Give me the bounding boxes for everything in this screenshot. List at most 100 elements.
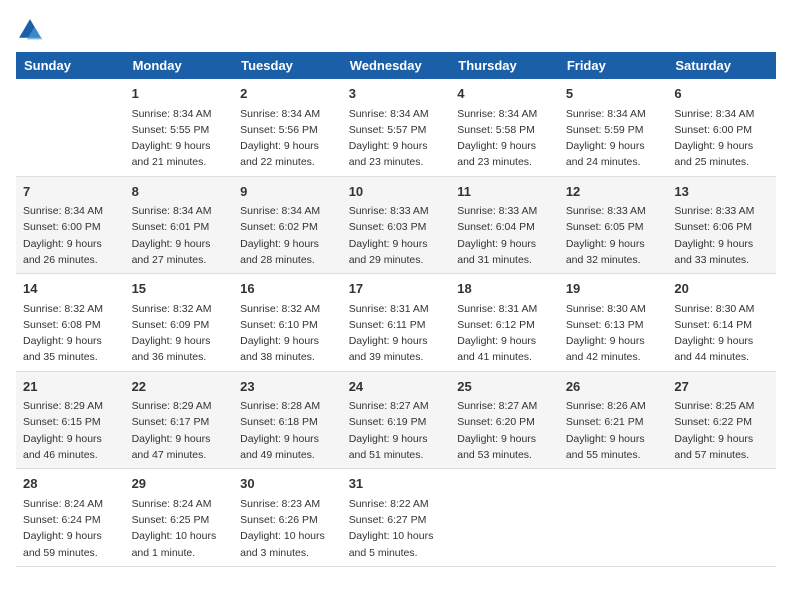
day-number: 19 [566, 279, 661, 299]
calendar-cell: 29Sunrise: 8:24 AMSunset: 6:25 PMDayligh… [125, 469, 234, 567]
day-number: 27 [674, 377, 769, 397]
day-number: 3 [349, 84, 444, 104]
day-detail: Sunrise: 8:33 AMSunset: 6:04 PMDaylight:… [457, 203, 552, 268]
calendar-cell [16, 79, 125, 176]
day-number: 29 [132, 474, 227, 494]
day-number: 9 [240, 182, 335, 202]
calendar-cell: 15Sunrise: 8:32 AMSunset: 6:09 PMDayligh… [125, 274, 234, 372]
header-thursday: Thursday [450, 52, 559, 79]
header-friday: Friday [559, 52, 668, 79]
day-number: 15 [132, 279, 227, 299]
day-detail: Sunrise: 8:34 AMSunset: 5:58 PMDaylight:… [457, 106, 552, 171]
day-detail: Sunrise: 8:32 AMSunset: 6:10 PMDaylight:… [240, 301, 335, 366]
day-number: 31 [349, 474, 444, 494]
day-number: 4 [457, 84, 552, 104]
day-number: 25 [457, 377, 552, 397]
day-number: 7 [23, 182, 118, 202]
calendar-cell [450, 469, 559, 567]
day-detail: Sunrise: 8:32 AMSunset: 6:08 PMDaylight:… [23, 301, 118, 366]
header-sunday: Sunday [16, 52, 125, 79]
calendar-cell: 10Sunrise: 8:33 AMSunset: 6:03 PMDayligh… [342, 176, 451, 274]
day-detail: Sunrise: 8:34 AMSunset: 6:00 PMDaylight:… [674, 106, 769, 171]
day-detail: Sunrise: 8:30 AMSunset: 6:13 PMDaylight:… [566, 301, 661, 366]
calendar-cell: 25Sunrise: 8:27 AMSunset: 6:20 PMDayligh… [450, 371, 559, 469]
calendar-cell: 16Sunrise: 8:32 AMSunset: 6:10 PMDayligh… [233, 274, 342, 372]
calendar-cell: 6Sunrise: 8:34 AMSunset: 6:00 PMDaylight… [667, 79, 776, 176]
calendar-cell: 27Sunrise: 8:25 AMSunset: 6:22 PMDayligh… [667, 371, 776, 469]
day-number: 5 [566, 84, 661, 104]
calendar-cell: 17Sunrise: 8:31 AMSunset: 6:11 PMDayligh… [342, 274, 451, 372]
logo-icon [16, 16, 44, 44]
calendar-cell [667, 469, 776, 567]
day-detail: Sunrise: 8:34 AMSunset: 5:57 PMDaylight:… [349, 106, 444, 171]
calendar-cell: 3Sunrise: 8:34 AMSunset: 5:57 PMDaylight… [342, 79, 451, 176]
calendar-cell: 12Sunrise: 8:33 AMSunset: 6:05 PMDayligh… [559, 176, 668, 274]
day-number: 12 [566, 182, 661, 202]
day-detail: Sunrise: 8:22 AMSunset: 6:27 PMDaylight:… [349, 496, 444, 561]
day-detail: Sunrise: 8:34 AMSunset: 5:56 PMDaylight:… [240, 106, 335, 171]
calendar-cell: 30Sunrise: 8:23 AMSunset: 6:26 PMDayligh… [233, 469, 342, 567]
week-row-5: 28Sunrise: 8:24 AMSunset: 6:24 PMDayligh… [16, 469, 776, 567]
calendar-cell: 14Sunrise: 8:32 AMSunset: 6:08 PMDayligh… [16, 274, 125, 372]
day-detail: Sunrise: 8:34 AMSunset: 6:00 PMDaylight:… [23, 203, 118, 268]
calendar-cell: 26Sunrise: 8:26 AMSunset: 6:21 PMDayligh… [559, 371, 668, 469]
calendar-cell: 2Sunrise: 8:34 AMSunset: 5:56 PMDaylight… [233, 79, 342, 176]
calendar-table: SundayMondayTuesdayWednesdayThursdayFrid… [16, 52, 776, 567]
page-header [16, 16, 776, 44]
day-number: 17 [349, 279, 444, 299]
day-detail: Sunrise: 8:33 AMSunset: 6:06 PMDaylight:… [674, 203, 769, 268]
calendar-header-row: SundayMondayTuesdayWednesdayThursdayFrid… [16, 52, 776, 79]
week-row-3: 14Sunrise: 8:32 AMSunset: 6:08 PMDayligh… [16, 274, 776, 372]
day-detail: Sunrise: 8:30 AMSunset: 6:14 PMDaylight:… [674, 301, 769, 366]
calendar-cell: 4Sunrise: 8:34 AMSunset: 5:58 PMDaylight… [450, 79, 559, 176]
day-number: 13 [674, 182, 769, 202]
day-detail: Sunrise: 8:34 AMSunset: 5:55 PMDaylight:… [132, 106, 227, 171]
calendar-cell: 9Sunrise: 8:34 AMSunset: 6:02 PMDaylight… [233, 176, 342, 274]
day-detail: Sunrise: 8:26 AMSunset: 6:21 PMDaylight:… [566, 398, 661, 463]
calendar-cell: 24Sunrise: 8:27 AMSunset: 6:19 PMDayligh… [342, 371, 451, 469]
day-detail: Sunrise: 8:34 AMSunset: 5:59 PMDaylight:… [566, 106, 661, 171]
header-monday: Monday [125, 52, 234, 79]
calendar-cell: 22Sunrise: 8:29 AMSunset: 6:17 PMDayligh… [125, 371, 234, 469]
day-detail: Sunrise: 8:25 AMSunset: 6:22 PMDaylight:… [674, 398, 769, 463]
day-detail: Sunrise: 8:32 AMSunset: 6:09 PMDaylight:… [132, 301, 227, 366]
calendar-cell: 13Sunrise: 8:33 AMSunset: 6:06 PMDayligh… [667, 176, 776, 274]
calendar-cell: 1Sunrise: 8:34 AMSunset: 5:55 PMDaylight… [125, 79, 234, 176]
day-detail: Sunrise: 8:31 AMSunset: 6:12 PMDaylight:… [457, 301, 552, 366]
week-row-1: 1Sunrise: 8:34 AMSunset: 5:55 PMDaylight… [16, 79, 776, 176]
calendar-cell: 23Sunrise: 8:28 AMSunset: 6:18 PMDayligh… [233, 371, 342, 469]
calendar-cell: 19Sunrise: 8:30 AMSunset: 6:13 PMDayligh… [559, 274, 668, 372]
calendar-cell: 20Sunrise: 8:30 AMSunset: 6:14 PMDayligh… [667, 274, 776, 372]
week-row-4: 21Sunrise: 8:29 AMSunset: 6:15 PMDayligh… [16, 371, 776, 469]
day-number: 24 [349, 377, 444, 397]
day-number: 10 [349, 182, 444, 202]
calendar-cell: 8Sunrise: 8:34 AMSunset: 6:01 PMDaylight… [125, 176, 234, 274]
week-row-2: 7Sunrise: 8:34 AMSunset: 6:00 PMDaylight… [16, 176, 776, 274]
day-number: 8 [132, 182, 227, 202]
header-tuesday: Tuesday [233, 52, 342, 79]
day-number: 21 [23, 377, 118, 397]
calendar-cell: 7Sunrise: 8:34 AMSunset: 6:00 PMDaylight… [16, 176, 125, 274]
day-number: 6 [674, 84, 769, 104]
day-detail: Sunrise: 8:29 AMSunset: 6:15 PMDaylight:… [23, 398, 118, 463]
day-detail: Sunrise: 8:28 AMSunset: 6:18 PMDaylight:… [240, 398, 335, 463]
day-number: 16 [240, 279, 335, 299]
day-detail: Sunrise: 8:27 AMSunset: 6:19 PMDaylight:… [349, 398, 444, 463]
logo [16, 16, 50, 44]
day-number: 22 [132, 377, 227, 397]
day-number: 20 [674, 279, 769, 299]
calendar-cell: 18Sunrise: 8:31 AMSunset: 6:12 PMDayligh… [450, 274, 559, 372]
day-number: 23 [240, 377, 335, 397]
day-detail: Sunrise: 8:27 AMSunset: 6:20 PMDaylight:… [457, 398, 552, 463]
day-number: 18 [457, 279, 552, 299]
day-detail: Sunrise: 8:31 AMSunset: 6:11 PMDaylight:… [349, 301, 444, 366]
header-wednesday: Wednesday [342, 52, 451, 79]
day-detail: Sunrise: 8:24 AMSunset: 6:25 PMDaylight:… [132, 496, 227, 561]
day-number: 14 [23, 279, 118, 299]
calendar-cell [559, 469, 668, 567]
calendar-cell: 21Sunrise: 8:29 AMSunset: 6:15 PMDayligh… [16, 371, 125, 469]
calendar-cell: 5Sunrise: 8:34 AMSunset: 5:59 PMDaylight… [559, 79, 668, 176]
day-number: 2 [240, 84, 335, 104]
day-number: 1 [132, 84, 227, 104]
calendar-cell: 28Sunrise: 8:24 AMSunset: 6:24 PMDayligh… [16, 469, 125, 567]
